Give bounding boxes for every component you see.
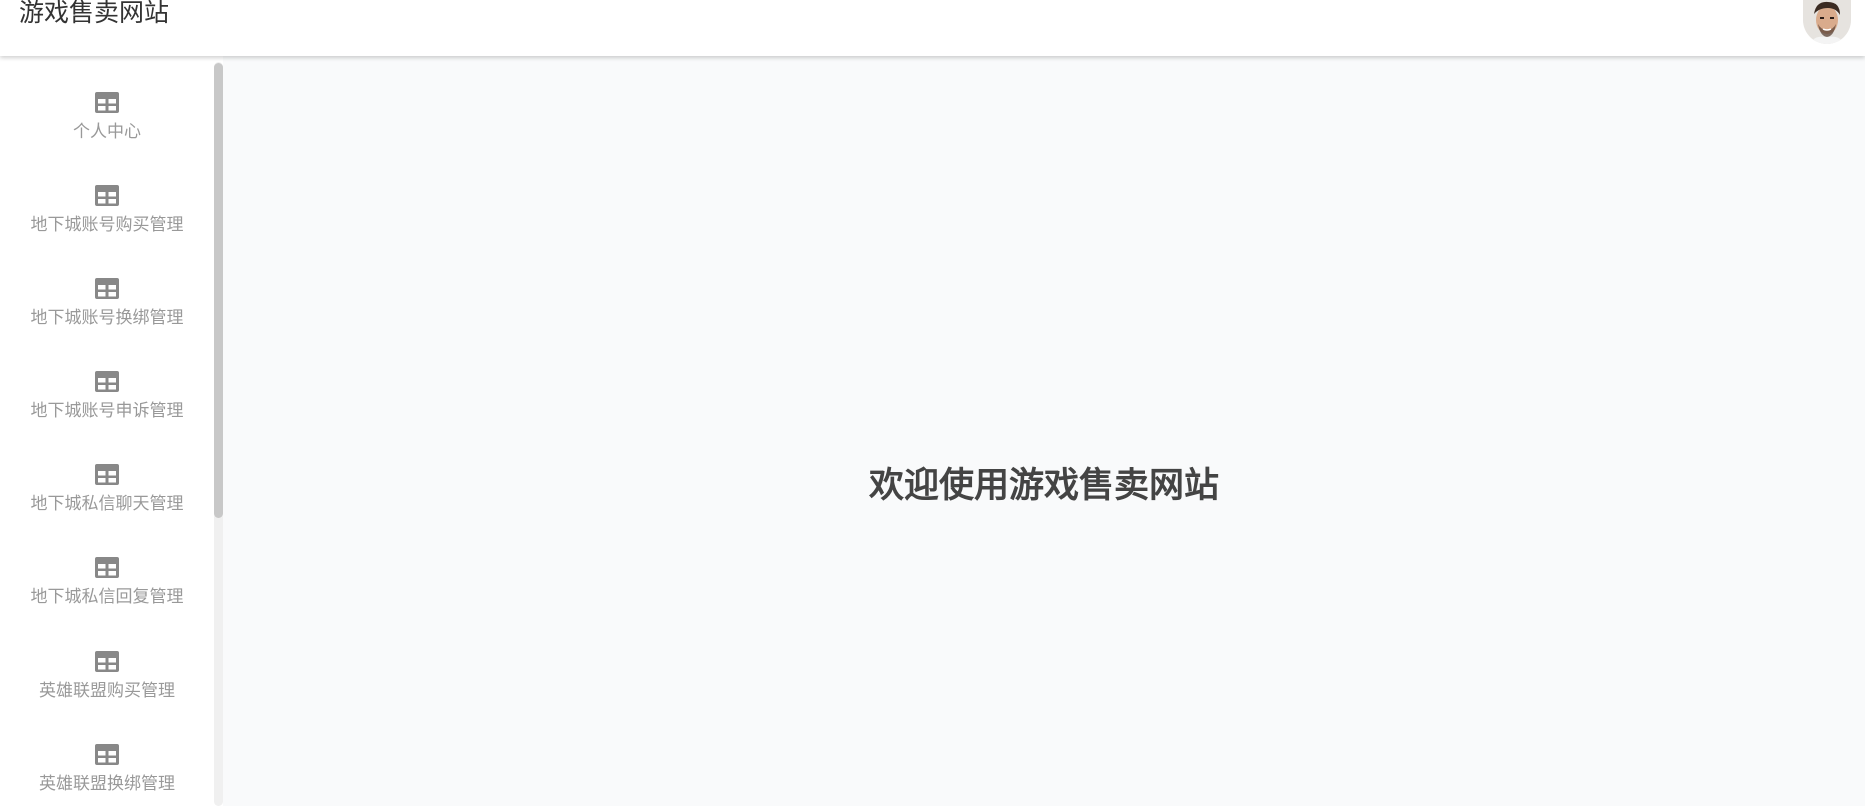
sidebar-item-lol-rebind[interactable]: 英雄联盟换绑管理 <box>0 732 214 806</box>
sidebar-menu: 个人中心 地下城账号购买管理 地下城账号换绑管理 地下城账号申诉管理 地下城私信… <box>0 56 214 806</box>
sidebar-item-dungeon-account-rebind[interactable]: 地下城账号换绑管理 <box>0 266 214 359</box>
welcome-heading: 欢迎使用游戏售卖网站 <box>868 466 1219 506</box>
sidebar-item-dungeon-account-appeal[interactable]: 地下城账号申诉管理 <box>0 359 214 452</box>
table-icon <box>95 185 119 206</box>
sidebar-item-dungeon-account-purchase[interactable]: 地下城账号购买管理 <box>0 173 214 266</box>
sidebar-item-label: 英雄联盟购买管理 <box>39 681 175 701</box>
sidebar-item-label: 地下城账号申诉管理 <box>30 401 184 421</box>
sidebar-item-label: 地下城私信回复管理 <box>30 587 184 607</box>
avatar-image <box>1803 0 1851 44</box>
table-icon <box>95 464 119 485</box>
table-icon <box>95 92 119 113</box>
sidebar-item-lol-purchase[interactable]: 英雄联盟购买管理 <box>0 639 214 732</box>
top-header: 游戏售卖网站 <box>0 0 1865 56</box>
table-icon <box>95 651 119 672</box>
sidebar-item-dungeon-private-reply[interactable]: 地下城私信回复管理 <box>0 545 214 638</box>
table-icon <box>95 557 119 578</box>
table-icon <box>95 371 119 392</box>
sidebar-item-personal-center[interactable]: 个人中心 <box>0 80 214 173</box>
table-icon <box>95 744 119 765</box>
sidebar-item-label: 地下城私信聊天管理 <box>30 494 184 514</box>
main-content: 欢迎使用游戏售卖网站 <box>223 56 1865 806</box>
table-icon <box>95 278 119 299</box>
user-avatar[interactable] <box>1803 0 1851 44</box>
sidebar-item-label: 英雄联盟换绑管理 <box>39 774 175 794</box>
site-title: 游戏售卖网站 <box>19 0 170 27</box>
sidebar-item-dungeon-private-chat[interactable]: 地下城私信聊天管理 <box>0 452 214 545</box>
sidebar-item-label: 地下城账号购买管理 <box>30 215 184 235</box>
sidebar-item-label: 地下城账号换绑管理 <box>30 308 184 328</box>
sidebar-scrollbar-thumb[interactable] <box>214 63 223 518</box>
sidebar-item-label: 个人中心 <box>73 122 141 142</box>
